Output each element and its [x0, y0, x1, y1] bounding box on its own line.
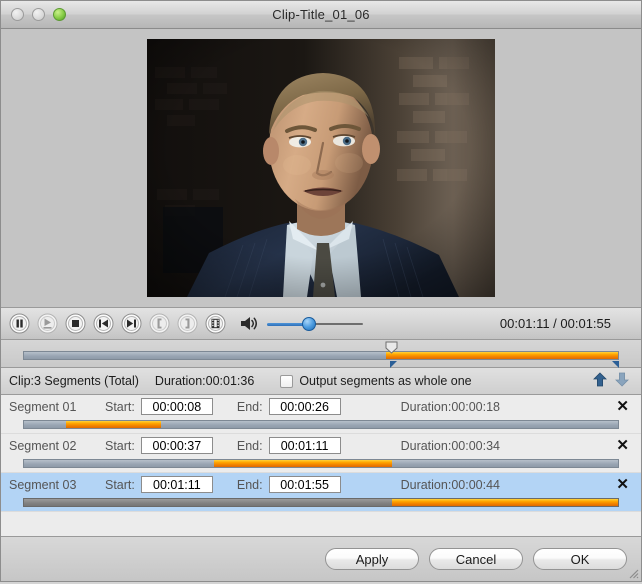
segment-name: Segment 02 [9, 438, 77, 453]
stop-button[interactable] [63, 313, 87, 334]
end-label: End: [236, 438, 263, 453]
volume-knob[interactable] [301, 316, 316, 331]
title-bar: Clip-Title_01_06 [1, 1, 641, 29]
segment-range-fill [214, 460, 393, 467]
checkbox-label: Output segments as whole one [299, 374, 472, 388]
segment-name: Segment 01 [9, 399, 77, 414]
end-time-input[interactable] [268, 398, 341, 415]
segment-timeline-track[interactable] [23, 459, 619, 468]
clip-editor-window: Clip-Title_01_06 00:01:11 / 00:01:55 Cli… [0, 0, 642, 582]
end-label: End: [236, 399, 263, 414]
previous-frame-button[interactable] [91, 313, 115, 334]
main-timeline[interactable] [1, 340, 641, 368]
video-still-image [147, 39, 495, 297]
speaker-icon[interactable] [237, 313, 261, 334]
mark-out-button[interactable] [175, 313, 199, 334]
cancel-button[interactable]: Cancel [429, 548, 523, 570]
filmstrip-button[interactable] [203, 313, 227, 334]
resize-grip[interactable] [626, 566, 639, 579]
table-row[interactable]: Segment 02 Start: End: Duration:00:00:34… [1, 434, 641, 473]
segment-duration: Duration:00:00:34 [400, 438, 500, 453]
zoom-button[interactable] [53, 8, 66, 21]
end-label: End: [236, 477, 263, 492]
pause-button[interactable] [7, 313, 31, 334]
arrow-down-icon[interactable] [615, 372, 629, 390]
table-row[interactable]: Segment 03 Start: End: Duration:00:00:44… [1, 473, 641, 512]
video-preview-area [1, 29, 641, 308]
clip-segment-count: Clip:3 Segments (Total) [9, 374, 139, 388]
segment-name: Segment 03 [9, 477, 77, 492]
output-as-whole-checkbox[interactable]: Output segments as whole one [280, 374, 472, 388]
mark-in-button[interactable] [147, 313, 171, 334]
selection-handle-left[interactable] [390, 361, 398, 368]
reorder-arrows [593, 372, 633, 390]
play-export-button[interactable] [35, 313, 59, 334]
next-frame-button[interactable] [119, 313, 143, 334]
arrow-up-icon[interactable] [593, 372, 607, 390]
time-readout: 00:01:11 / 00:01:55 [499, 316, 611, 331]
volume-slider[interactable] [267, 316, 363, 332]
start-label: Start: [105, 399, 135, 414]
start-time-input[interactable] [140, 398, 213, 415]
segment-row-fields: Segment 01 Start: End: Duration:00:00:18… [1, 395, 641, 418]
selection-handle-right[interactable] [612, 361, 619, 368]
start-label: Start: [105, 438, 135, 453]
segment-range-fill [392, 499, 618, 506]
start-label: Start: [105, 477, 135, 492]
segment-timeline-track[interactable] [23, 420, 619, 429]
segment-row-fields: Segment 02 Start: End: Duration:00:00:34… [1, 434, 641, 457]
checkbox-box[interactable] [280, 374, 294, 388]
dialog-footer: Apply Cancel OK [1, 537, 641, 581]
main-timeline-track[interactable] [23, 351, 619, 360]
segment-duration: Duration:00:00:18 [400, 399, 500, 414]
segment-row-fields: Segment 03 Start: End: Duration:00:00:44… [1, 473, 641, 496]
end-time-input[interactable] [268, 437, 341, 454]
clip-info-bar: Clip:3 Segments (Total) Duration:00:01:3… [1, 368, 641, 395]
ok-button[interactable]: OK [533, 548, 627, 570]
apply-button[interactable]: Apply [325, 548, 419, 570]
main-timeline-selection [386, 352, 618, 359]
window-title: Clip-Title_01_06 [272, 7, 370, 22]
table-row[interactable]: Segment 01 Start: End: Duration:00:00:18… [1, 395, 641, 434]
close-button[interactable] [11, 8, 24, 21]
segment-duration: Duration:00:00:44 [400, 477, 500, 492]
minimize-button[interactable] [32, 8, 45, 21]
clip-total-duration: Duration:00:01:36 [154, 374, 255, 388]
delete-segment-button[interactable]: ✕ [616, 399, 633, 414]
start-time-input[interactable] [140, 437, 213, 454]
transport-bar: 00:01:11 / 00:01:55 [1, 308, 641, 340]
window-controls [11, 8, 66, 21]
delete-segment-button[interactable]: ✕ [616, 438, 633, 453]
video-preview-frame[interactable] [147, 39, 495, 297]
segment-range-fill [65, 421, 161, 428]
segment-timeline-track[interactable] [23, 498, 619, 507]
end-time-input[interactable] [268, 476, 341, 493]
start-time-input[interactable] [140, 476, 213, 493]
delete-segment-button[interactable]: ✕ [616, 477, 633, 492]
volume-empty-track [309, 322, 363, 325]
segment-list: Segment 01 Start: End: Duration:00:00:18… [1, 395, 641, 537]
playhead-marker[interactable] [385, 341, 398, 354]
